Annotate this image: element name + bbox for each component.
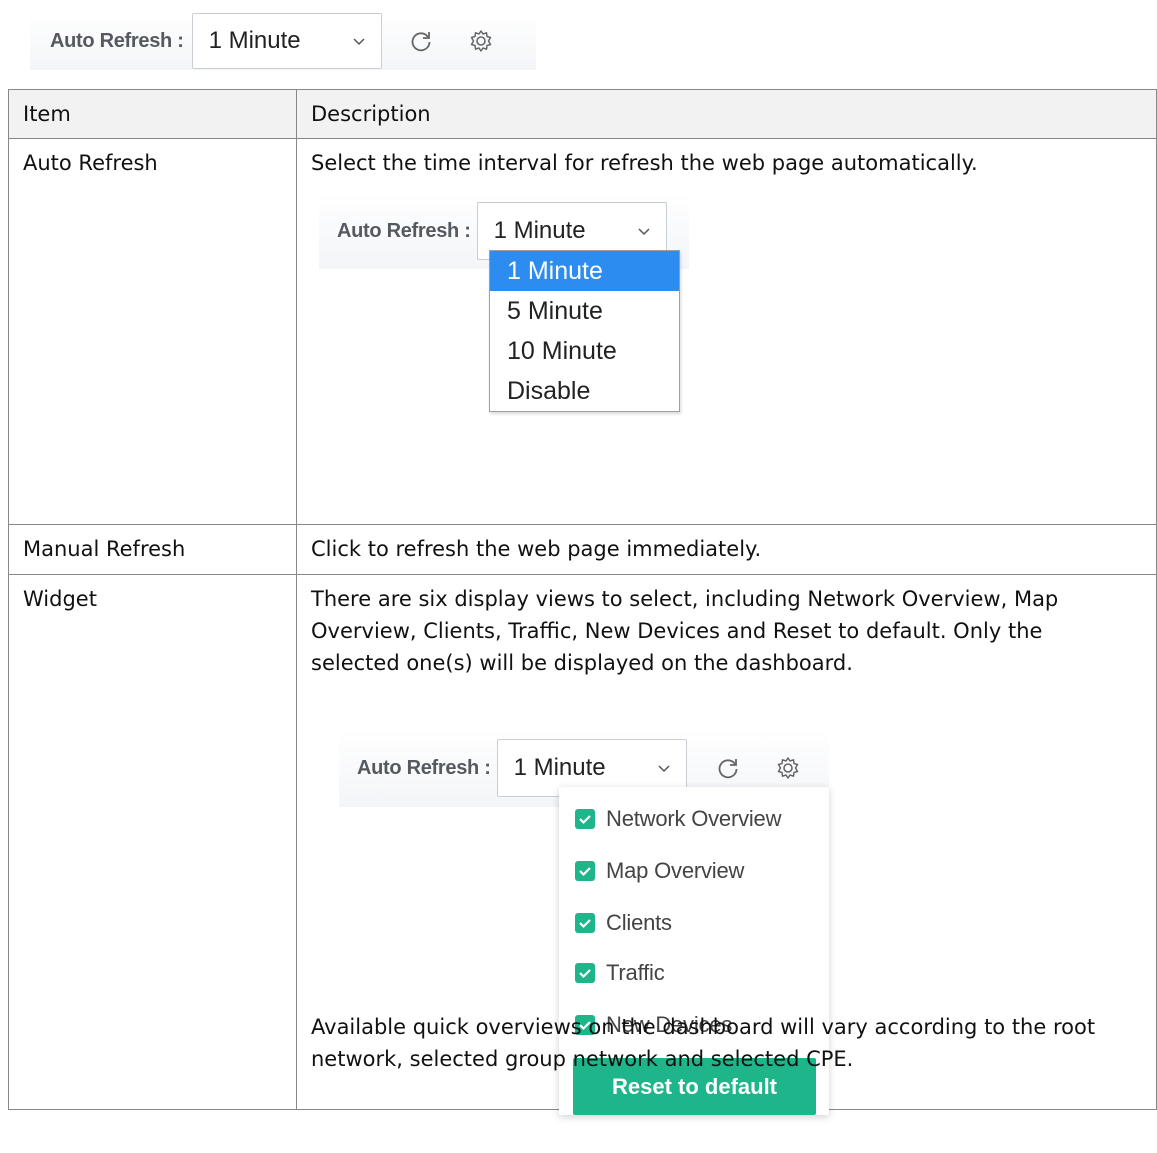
auto-refresh-label: Auto Refresh :	[50, 29, 184, 52]
item-widget: Widget	[8, 574, 297, 1110]
widget-item-label: Network Overview	[606, 806, 782, 831]
checkbox-checked-icon[interactable]	[575, 963, 595, 983]
item-description-table: Item Description Auto Refresh Select the…	[8, 89, 1157, 1115]
option-5-minute[interactable]: 5 Minute	[490, 291, 679, 331]
chevron-down-icon	[636, 223, 652, 239]
auto-refresh-value: 1 Minute	[208, 27, 301, 54]
description-auto-refresh: Select the time interval for refresh the…	[296, 138, 1157, 525]
option-10-minute[interactable]: 10 Minute	[490, 331, 679, 371]
widget-item-traffic[interactable]: Traffic	[575, 957, 665, 989]
widget-description-text: There are six display views to select, i…	[311, 587, 1059, 675]
auto-refresh-toolbar: Auto Refresh : 1 Minute	[30, 12, 536, 70]
option-disable[interactable]: Disable	[490, 371, 679, 411]
checkbox-checked-icon[interactable]	[575, 913, 595, 933]
refresh-icon[interactable]	[408, 28, 434, 54]
checkbox-checked-icon[interactable]	[575, 861, 595, 881]
item-auto-refresh: Auto Refresh	[8, 138, 297, 525]
widget-item-label: Clients	[606, 910, 672, 935]
table-row-auto-refresh: Auto Refresh Select the time interval fo…	[8, 138, 1157, 525]
widget-item-label: Map Overview	[606, 858, 745, 883]
table-row-manual-refresh: Manual Refresh Click to refresh the web …	[8, 524, 1157, 575]
gear-icon[interactable]	[468, 28, 494, 54]
table-row-widget: Widget There are six display views to se…	[8, 574, 1157, 1115]
header-description: Description	[296, 89, 1157, 139]
auto-refresh-select[interactable]: 1 Minute	[191, 13, 382, 69]
interval-options-list: 1 Minute 5 Minute 10 Minute Disable	[489, 250, 680, 412]
description-widget: There are six display views to select, i…	[296, 574, 1157, 1115]
auto-refresh-label: Auto Refresh :	[357, 757, 491, 779]
table-header-row: Item Description	[8, 89, 1157, 139]
widget-item-network-overview[interactable]: Network Overview	[575, 803, 781, 835]
option-1-minute[interactable]: 1 Minute	[490, 251, 679, 291]
auto-refresh-label: Auto Refresh :	[337, 220, 471, 242]
auto-refresh-description-text: Select the time interval for refresh the…	[311, 151, 978, 175]
widget-note-text: Available quick overviews on the dashboa…	[311, 1015, 1096, 1071]
item-manual-refresh: Manual Refresh	[8, 524, 297, 575]
widget-item-map-overview[interactable]: Map Overview	[575, 855, 744, 887]
chevron-down-icon	[351, 33, 367, 49]
chevron-down-icon	[656, 760, 672, 776]
checkbox-checked-icon[interactable]	[575, 809, 595, 829]
refresh-icon[interactable]	[715, 755, 741, 781]
header-item: Item	[8, 89, 297, 139]
auto-refresh-value: 1 Minute	[513, 754, 606, 781]
widget-item-label: Traffic	[606, 960, 665, 985]
widget-menu-figure: Auto Refresh : 1 Minute Network Overview…	[319, 729, 839, 1149]
gear-icon[interactable]	[775, 755, 801, 781]
description-manual-refresh: Click to refresh the web page immediatel…	[296, 524, 1157, 575]
auto-refresh-value: 1 Minute	[493, 217, 586, 244]
auto-refresh-dropdown-figure: Auto Refresh : 1 Minute 1 Minute 5 Minut…	[319, 193, 699, 433]
widget-item-clients[interactable]: Clients	[575, 907, 672, 939]
